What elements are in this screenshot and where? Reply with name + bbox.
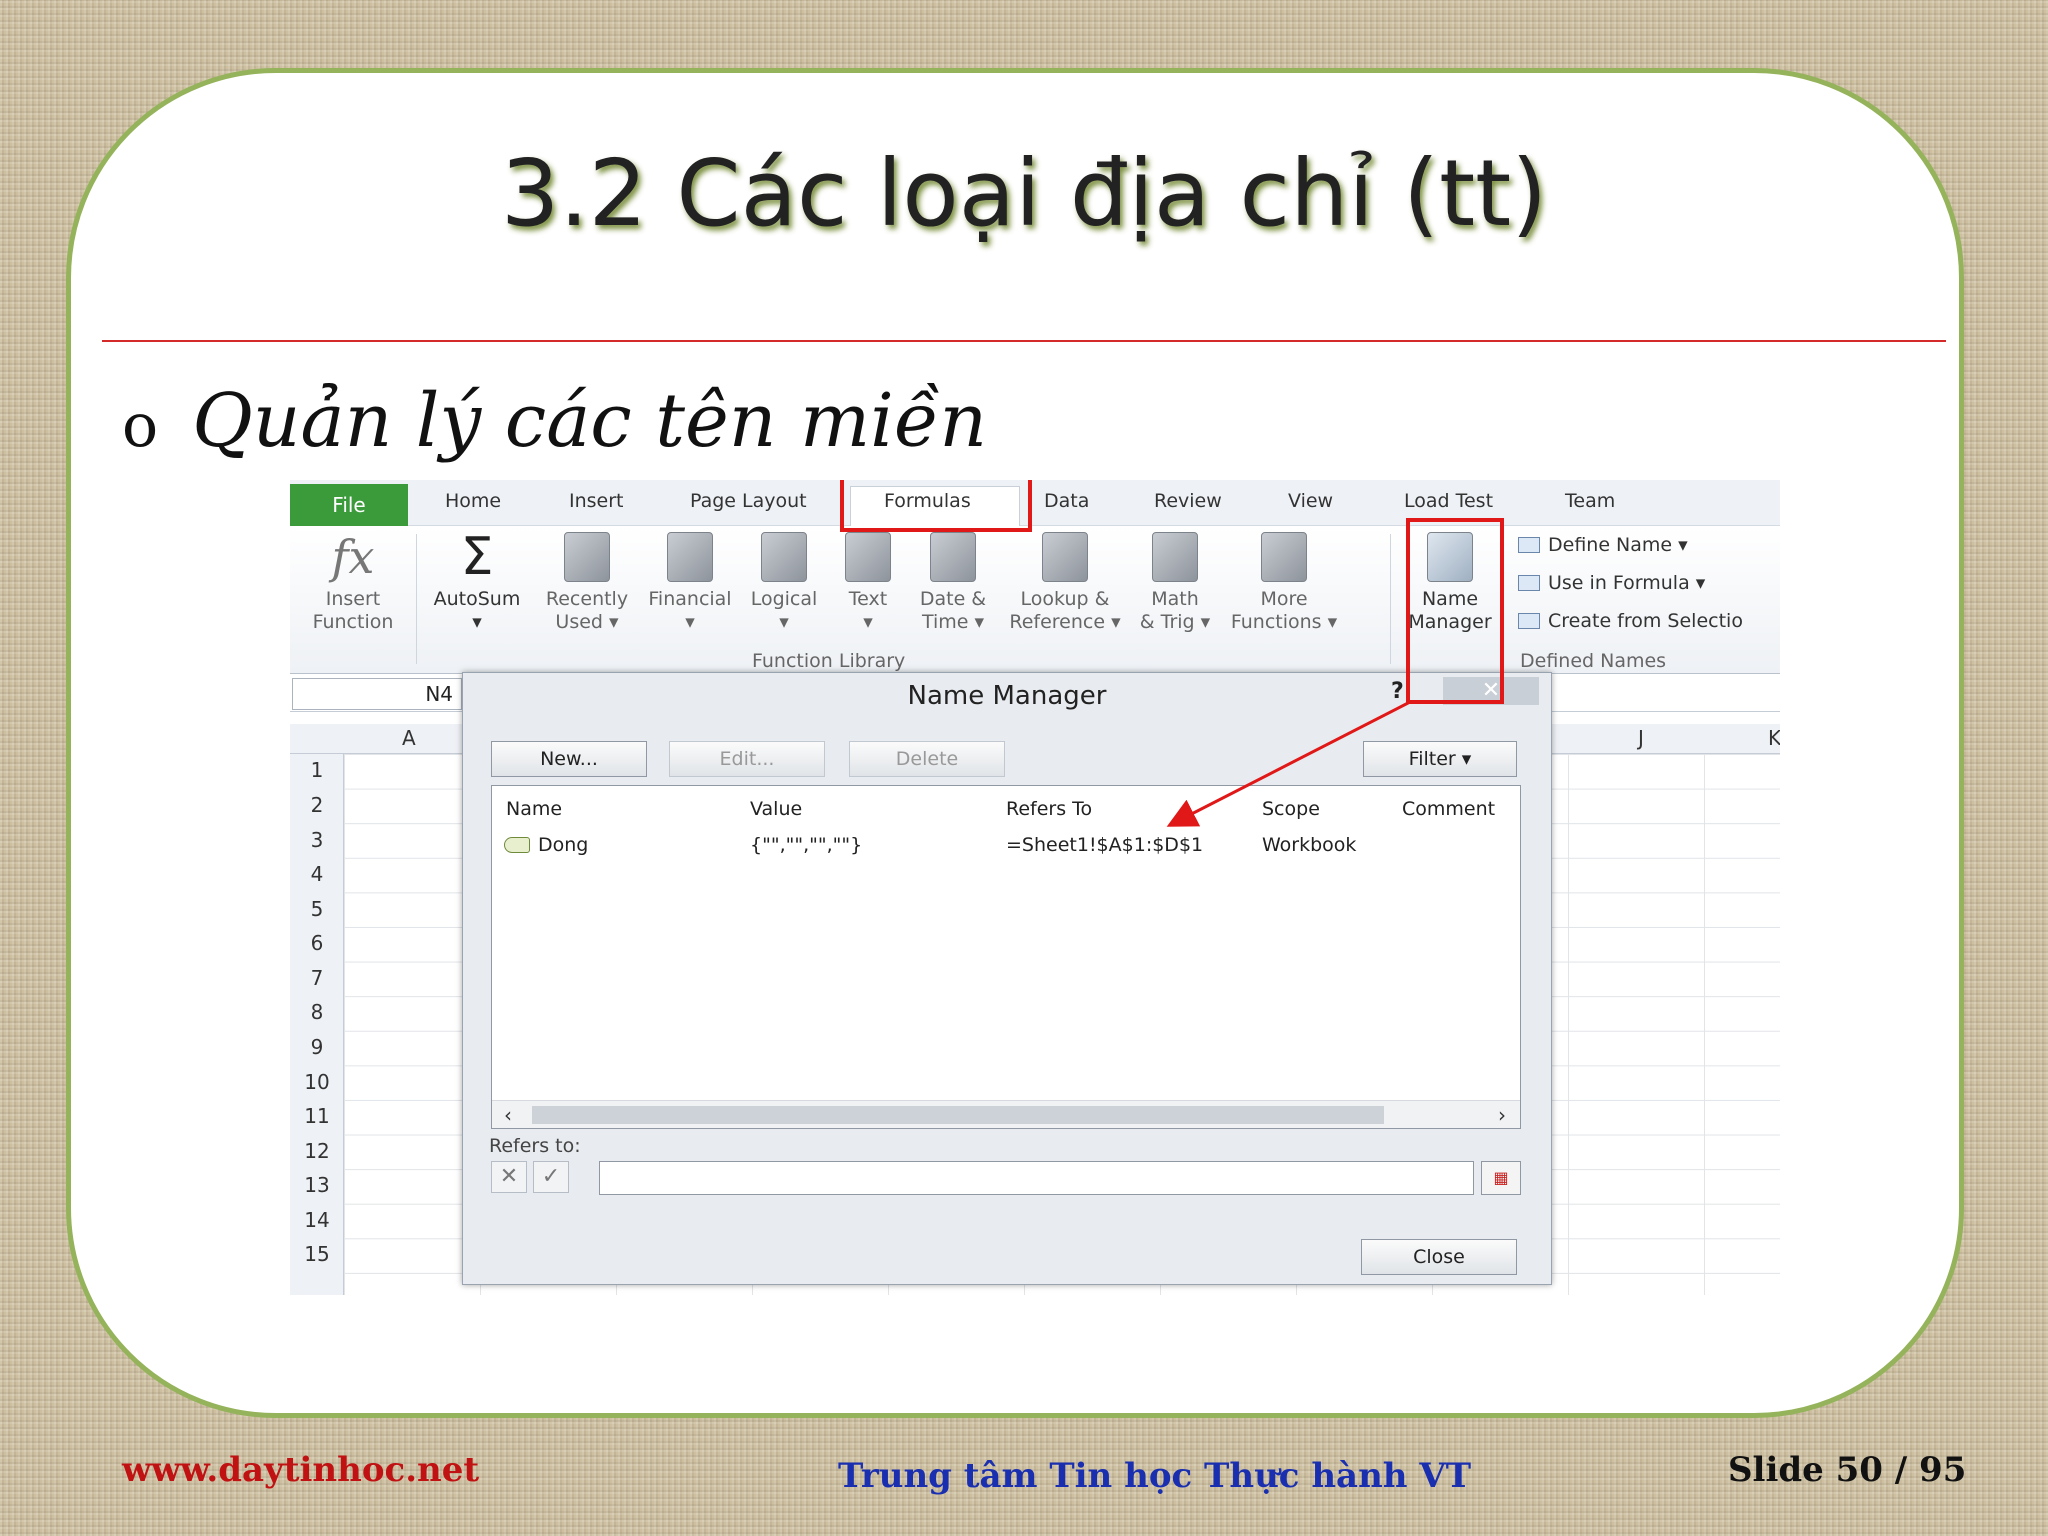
footer-website: www.daytinhoc.net [122, 1450, 480, 1490]
excel-screenshot: File Home Insert Page Layout Formulas Da… [290, 480, 1780, 1295]
slide-title: 3.2 Các loại địa chỉ (tt) [500, 140, 1548, 247]
pointer-arrow [1166, 700, 1411, 827]
title-divider [102, 340, 1946, 342]
bullet-point: o Quản lý các tên miền [122, 378, 987, 464]
footer-center: Trung tâm Tin học Thực hành VT [838, 1456, 1472, 1496]
bullet-mark: o [122, 391, 159, 461]
bullet-text: Quản lý các tên miền [192, 378, 988, 464]
slide-number: Slide 50 / 95 [1728, 1450, 1967, 1490]
